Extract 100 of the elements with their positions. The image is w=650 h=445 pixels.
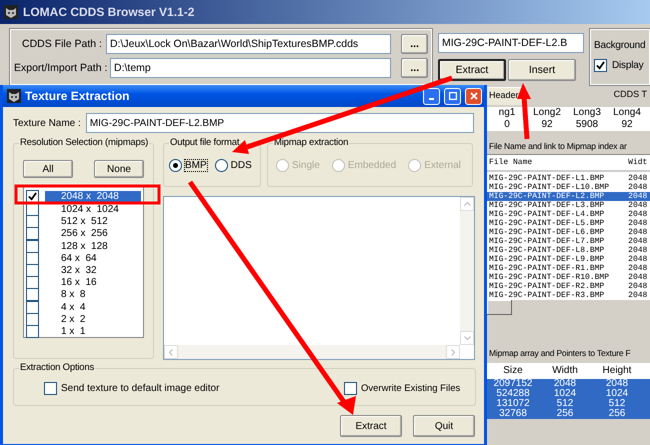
file-row[interactable]: MIG-29C-PAINT-DEF-R3.BMP 2048 [487,291,650,300]
dialog-button[interactable]: Quit [413,415,475,437]
checkbox[interactable] [26,252,39,265]
column-header: ng1 [498,107,516,119]
radio-label: BMP [185,160,207,171]
chevron-left-icon [169,348,173,356]
select-button[interactable]: All [23,160,73,178]
section-caption: File Name and link to Mipmap index ar [488,140,628,153]
close-icon [470,92,478,100]
resolution-item[interactable]: 4 x 4 [45,302,141,313]
file-row[interactable]: MIG-29C-PAINT-DEF-R1.BMP 2048 [487,264,650,273]
cat-face-icon [7,89,21,103]
resolution-item[interactable]: 2 x 2 [45,314,141,325]
file-row[interactable]: MIG-29C-PAINT-DEF-L3.BMP 2048 [487,201,650,210]
file-row[interactable]: MIG-29C-PAINT-DEF-L4.BMP 2048 [487,210,650,219]
file-row[interactable]: MIG-29C-PAINT-DEF-L6.BMP 2048 [487,228,650,237]
checkbox[interactable] [344,382,357,395]
file-row[interactable]: MIG-29C-PAINT-DEF-R2.BMP 2048 [487,282,650,291]
resolution-item[interactable]: 16 x 16 [45,277,141,288]
chevron-up-icon [464,202,470,206]
column-header: Long2 [532,107,562,119]
resolution-item[interactable]: 32 x 32 [45,265,141,276]
radio-button[interactable] [214,159,228,172]
checkbox[interactable] [26,215,39,228]
cat-face-icon [4,5,18,19]
checkbox-label: Send texture to default image editor [61,383,220,394]
action-button[interactable]: Insert [508,59,576,81]
file-row[interactable]: MIG-29C-PAINT-DEF-L2.BMP 2048 [487,192,650,201]
file-row[interactable]: MIG-29C-PAINT-DEF-R10.BMP 2048 [487,273,650,282]
chevron-down-icon [464,336,470,340]
column-header: Long4 [612,107,642,119]
resolution-item[interactable]: 64 x 64 [45,252,141,264]
table-row[interactable]: 2097152 2048 2048 [487,379,650,389]
dialog-button[interactable]: Extract [340,415,402,437]
table-row[interactable]: 131072 512 512 [487,399,650,409]
field-label: Export/Import Path : [14,62,106,74]
table-cell-text: 5908 [574,119,600,131]
radio-label: Single [292,160,320,171]
browse-button[interactable]: ... [401,58,428,78]
tab[interactable]: Header [487,87,522,105]
path-field[interactable]: D:\temp [110,58,392,78]
minimize-button[interactable] [423,88,440,104]
texture-field[interactable]: MIG-29C-PAINT-DEF-L2.B [438,33,584,53]
group-title: Resolution Selection (mipmaps) [19,137,150,148]
chevron-right-icon [451,348,455,356]
checkbox[interactable] [594,59,607,72]
checkbox[interactable] [26,227,39,240]
checkbox[interactable] [26,324,39,338]
field-label: Texture Name : [13,118,81,128]
texture-name-field[interactable]: MIG-29C-PAINT-DEF-L2.BMP [86,113,474,133]
file-row[interactable]: MIG-29C-PAINT-DEF-L9.BMP 2048 [487,255,650,264]
section-caption: Mipmap array and Pointers to Texture F [488,347,632,360]
table-cell-text: 92 [540,119,554,131]
file-row[interactable]: MIG-29C-PAINT-DEF-L8.BMP 2048 [487,246,650,255]
action-button[interactable]: Extract [438,59,506,81]
resolution-item[interactable]: 128 x 128 [45,240,141,252]
table-row[interactable]: 32768 256 256 [487,409,650,419]
checkbox[interactable] [26,276,39,290]
close-button[interactable] [465,88,482,104]
checkbox[interactable] [26,240,39,253]
radio-label: Embedded [348,160,396,171]
group-title: Background [594,40,646,51]
file-row[interactable]: MIG-29C-PAINT-DEF-L10.BMP 2048 [487,183,650,192]
resolution-item[interactable]: 1 x 1 [45,326,141,337]
resolution-item[interactable]: 1024 x 1024 [45,204,141,216]
table-cell-text: 92 [620,119,634,131]
checkbox[interactable] [26,190,39,204]
field-label: CDDS File Path : [20,38,102,50]
scrollbar-thumb[interactable] [487,300,512,315]
annotation-arrow [517,83,531,140]
checkbox[interactable] [26,288,39,302]
group-title: Output file format [169,137,240,148]
radio-label: External [424,160,461,171]
file-row[interactable]: MIG-29C-PAINT-DEF-L7.BMP 2048 [487,237,650,246]
group-title: Extraction Options [19,362,96,373]
resolution-item[interactable]: 512 x 512 [45,216,141,228]
resolution-item[interactable]: 8 x 8 [45,289,141,300]
browse-button[interactable]: ... [401,34,428,54]
table-row[interactable]: 524288 1024 1024 [487,389,650,399]
group-title: Mipmap extraction [273,137,350,148]
radio-label: DDS [230,160,252,171]
file-row[interactable]: MIG-29C-PAINT-DEF-L5.BMP 2048 [487,219,650,228]
select-button[interactable]: None [94,160,144,178]
column-header: Long3 [572,107,602,119]
checkbox[interactable] [26,300,39,314]
dialog-title: Texture Extraction [25,89,130,103]
column-header: Width [551,364,579,378]
checkbox[interactable] [26,264,39,278]
resolution-item[interactable]: 256 x 256 [45,228,141,240]
path-field[interactable]: D:\Jeux\Lock On\Bazar\World\ShipTexturesBMP.cdds [106,34,392,54]
resolution-item[interactable]: 2048 x 2048 [45,191,141,202]
checkbox[interactable] [26,312,39,326]
column-header: Size [502,364,524,378]
checkbox-label: Display [612,60,644,71]
checkbox[interactable] [44,382,57,395]
window-title: LOMAC CDDS Browser V1.1-2 [23,5,194,19]
maximize-icon [448,92,456,100]
file-row[interactable]: MIG-29C-PAINT-DEF-L1.BMP 2048 [487,174,650,183]
maximize-button[interactable] [444,88,461,104]
radio-button[interactable] [169,159,182,172]
